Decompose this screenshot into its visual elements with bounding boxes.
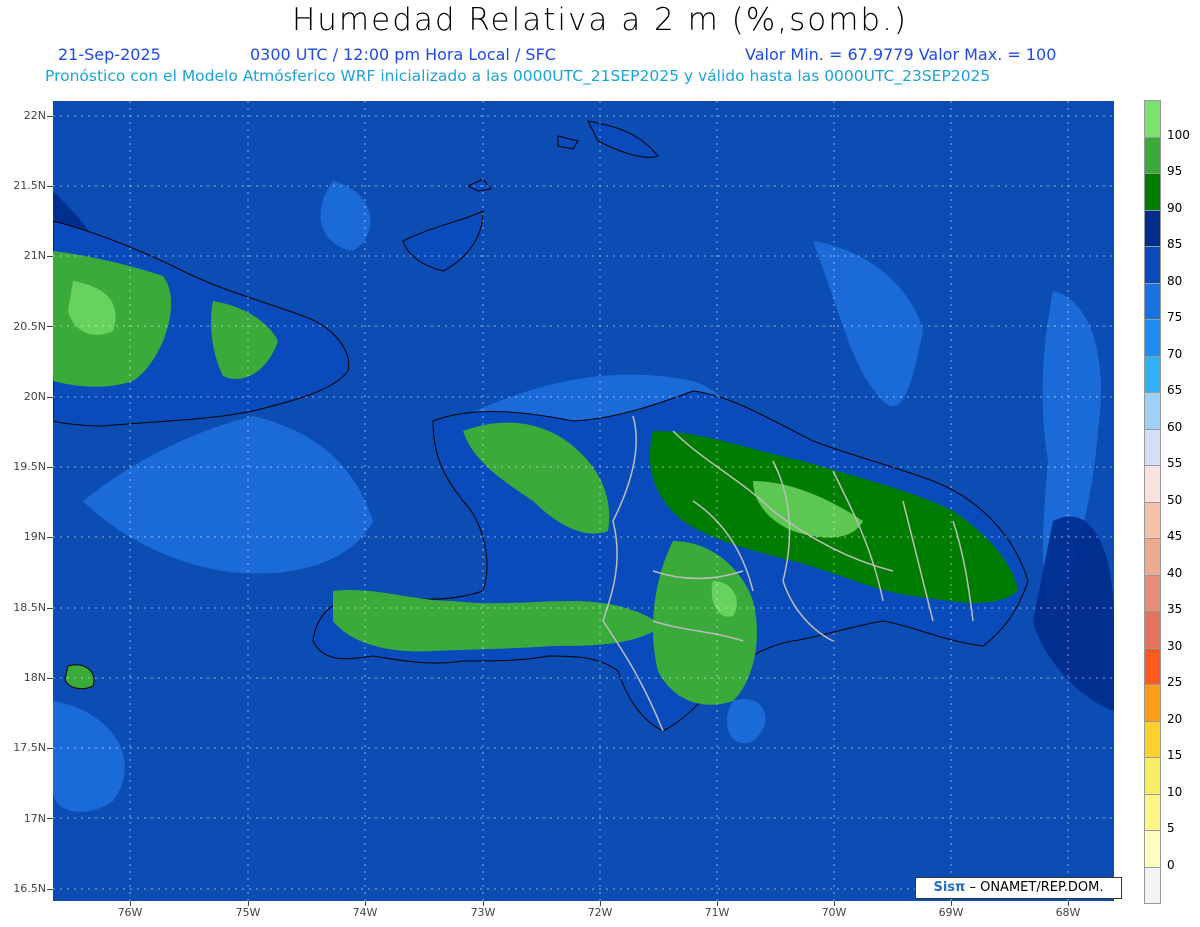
legend-label: 40 <box>1167 565 1183 580</box>
humidity-map <box>53 101 1114 901</box>
legend-label: 75 <box>1167 310 1183 324</box>
legend-swatch <box>1144 173 1161 210</box>
lat-label-20-5n: 20.5N <box>13 320 46 333</box>
legend-swatch <box>1144 647 1161 684</box>
lat-label-17n: 17N <box>23 812 46 825</box>
lat-label-21-5n: 21.5N <box>13 179 46 192</box>
legend-swatch <box>1144 793 1161 830</box>
color-legend <box>1144 100 1161 904</box>
lat-label-20n: 20N <box>23 390 46 403</box>
legend-label: 55 <box>1167 456 1183 470</box>
legend-swatch <box>1144 465 1161 502</box>
lon-label-69w: 69W <box>938 906 964 919</box>
legend-label: 35 <box>1167 602 1183 616</box>
lon-label-75w: 75W <box>235 906 261 919</box>
legend-label: 45 <box>1167 529 1183 543</box>
credit-box: Sisπ – ONAMET/REP.DOM. <box>915 877 1122 899</box>
legend-swatch <box>1144 720 1161 757</box>
lon-label-76w: 76W <box>117 906 143 919</box>
legend-swatch <box>1144 611 1161 648</box>
legend-label: 20 <box>1167 711 1183 726</box>
legend-label: 90 <box>1167 200 1183 215</box>
legend-swatch <box>1144 501 1161 538</box>
legend-label: 95 <box>1167 164 1183 178</box>
lon-label-70w: 70W <box>821 906 847 919</box>
legend-label: 85 <box>1167 237 1183 251</box>
legend-swatch <box>1144 246 1161 283</box>
lon-label-72w: 72W <box>587 906 613 919</box>
legend-swatch <box>1144 282 1161 319</box>
lat-label-18n: 18N <box>23 671 46 684</box>
model-description: Pronóstico con el Modelo Atmósferico WRF… <box>45 67 991 85</box>
lon-label-74w: 74W <box>352 906 378 919</box>
map-title: Humedad Relativa a 2 m (%,somb.) <box>291 2 909 38</box>
legend-swatch <box>1144 428 1161 465</box>
legend-label: 80 <box>1167 273 1183 288</box>
legend-swatch <box>1144 100 1161 137</box>
lon-label-73w: 73W <box>470 906 496 919</box>
legend-label: 70 <box>1167 346 1183 361</box>
legend-swatch <box>1144 574 1161 611</box>
legend-label: 10 <box>1167 784 1183 799</box>
legend-swatch <box>1144 209 1161 246</box>
credit-text: – ONAMET/REP.DOM. <box>969 880 1104 895</box>
lat-label-22n: 22N <box>23 109 46 122</box>
lon-label-71w: 71W <box>704 906 730 919</box>
lat-label-17-5n: 17.5N <box>13 741 46 754</box>
legend-swatch <box>1144 136 1161 173</box>
lat-label-18-5n: 18.5N <box>13 601 46 614</box>
legend-swatch <box>1144 757 1161 794</box>
valid-date: 21-Sep-2025 <box>58 45 161 64</box>
legend-label: 50 <box>1167 492 1183 507</box>
legend-label: 65 <box>1167 383 1183 397</box>
legend-label: 30 <box>1167 638 1183 653</box>
legend-swatch <box>1144 866 1161 904</box>
lat-label-16-5n: 16.5N <box>13 882 46 895</box>
legend-swatch <box>1144 684 1161 721</box>
legend-label: 100 <box>1167 127 1190 142</box>
legend-label: 60 <box>1167 419 1183 434</box>
valid-time: 0300 UTC / 12:00 pm Hora Local / SFC <box>250 45 556 64</box>
min-max-values: Valor Min. = 67.9779 Valor Max. = 100 <box>745 45 1057 64</box>
legend-label: 5 <box>1167 821 1175 835</box>
lat-label-19-5n: 19.5N <box>13 460 46 473</box>
legend-swatch <box>1144 538 1161 575</box>
legend-label: 0 <box>1167 857 1175 872</box>
legend-swatch <box>1144 319 1161 356</box>
lat-label-19n: 19N <box>23 530 46 543</box>
credit-brand: Sisπ <box>933 880 966 895</box>
legend-label: 25 <box>1167 675 1183 689</box>
legend-swatch <box>1144 392 1161 429</box>
legend-swatch <box>1144 355 1161 392</box>
lat-label-21n: 21N <box>23 249 46 262</box>
lon-label-68w: 68W <box>1055 906 1081 919</box>
legend-swatch <box>1144 830 1161 867</box>
legend-label: 15 <box>1167 748 1183 762</box>
